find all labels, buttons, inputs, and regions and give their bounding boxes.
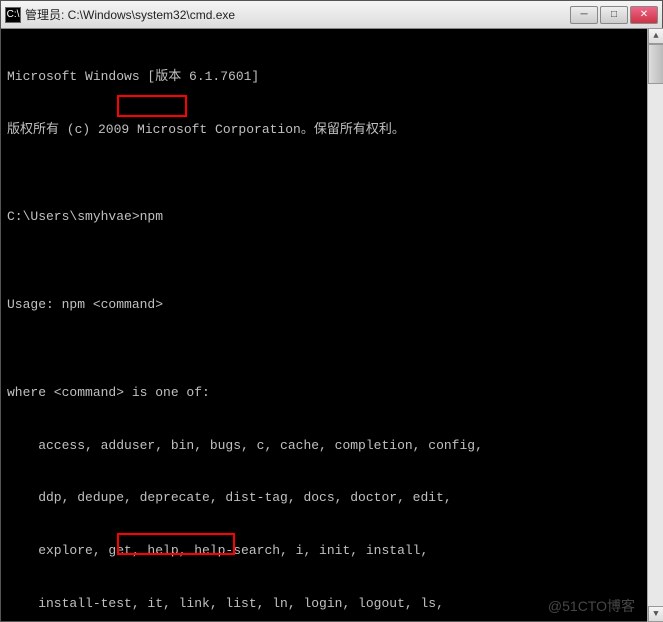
output-line: where <command> is one of: bbox=[7, 384, 656, 402]
titlebar[interactable]: C:\ 管理员: C:\Windows\system32\cmd.exe ─ □… bbox=[1, 1, 662, 29]
output-line: explore, get, help, help-search, i, init… bbox=[7, 542, 656, 560]
scroll-down-button[interactable]: ▼ bbox=[648, 606, 663, 622]
output-line: access, adduser, bin, bugs, c, cache, co… bbox=[7, 437, 656, 455]
cmd-icon: C:\ bbox=[5, 7, 21, 23]
scroll-thumb[interactable] bbox=[648, 44, 663, 84]
highlight-annotation bbox=[117, 95, 187, 117]
close-button[interactable]: ✕ bbox=[630, 6, 658, 24]
output-line: install-test, it, link, list, ln, login,… bbox=[7, 595, 656, 613]
output-line: Microsoft Windows [版本 6.1.7601] bbox=[7, 68, 656, 86]
minimize-button[interactable]: ─ bbox=[570, 6, 598, 24]
terminal-output[interactable]: Microsoft Windows [版本 6.1.7601] 版权所有 (c)… bbox=[1, 29, 662, 621]
window-controls: ─ □ ✕ bbox=[570, 6, 658, 24]
prompt-line: C:\Users\smyhvae>npm bbox=[7, 208, 656, 226]
cmd-window: C:\ 管理员: C:\Windows\system32\cmd.exe ─ □… bbox=[0, 0, 663, 622]
maximize-button[interactable]: □ bbox=[600, 6, 628, 24]
output-line: ddp, dedupe, deprecate, dist-tag, docs, … bbox=[7, 489, 656, 507]
window-title: 管理员: C:\Windows\system32\cmd.exe bbox=[25, 6, 570, 23]
vertical-scrollbar[interactable]: ▲ ▼ bbox=[647, 28, 663, 622]
scroll-up-button[interactable]: ▲ bbox=[648, 28, 663, 44]
output-line: Usage: npm <command> bbox=[7, 296, 656, 314]
output-line: 版权所有 (c) 2009 Microsoft Corporation。保留所有… bbox=[7, 121, 656, 139]
